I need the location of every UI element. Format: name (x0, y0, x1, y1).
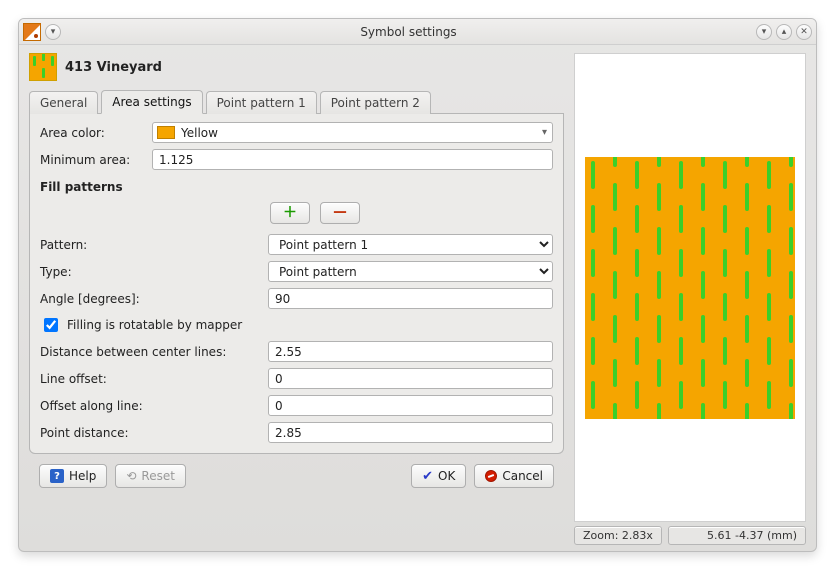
ok-button[interactable]: ✔ OK (411, 464, 466, 488)
reset-button[interactable]: ⟲ Reset (115, 464, 186, 488)
tab-point-pattern-2[interactable]: Point pattern 2 (320, 91, 431, 114)
area-settings-panel: Area color: Yellow Minimum area: Fill pa… (29, 114, 564, 454)
line-offset-input[interactable] (268, 368, 553, 389)
reset-icon: ⟲ (126, 469, 136, 483)
type-label: Type: (40, 265, 260, 279)
window-title: Symbol settings (61, 25, 756, 39)
close-icon[interactable]: ✕ (796, 24, 812, 40)
tabs: General Area settings Point pattern 1 Po… (29, 89, 564, 114)
zoom-status: Zoom: 2.83x (574, 526, 662, 545)
offset-along-input[interactable] (268, 395, 553, 416)
add-pattern-button[interactable]: ＋ (270, 202, 310, 224)
area-color-label: Area color: (40, 126, 144, 140)
app-icon (23, 23, 41, 41)
cancel-button[interactable]: Cancel (474, 464, 554, 488)
reset-button-label: Reset (141, 469, 175, 483)
ok-button-label: OK (438, 469, 455, 483)
dialog-buttonbar: ? Help ⟲ Reset ✔ OK Cancel (29, 460, 564, 496)
offset-along-label: Offset along line: (40, 399, 260, 413)
rotatable-checkbox[interactable] (44, 318, 58, 332)
fill-patterns-title: Fill patterns (40, 180, 553, 194)
minus-icon: － (332, 205, 348, 221)
help-icon: ? (50, 469, 64, 483)
angle-label: Angle [degrees]: (40, 292, 260, 306)
pattern-label: Pattern: (40, 238, 260, 252)
help-button-label: Help (69, 469, 96, 483)
symbol-settings-dialog: ▾ Symbol settings ▾ ▴ ✕ 413 Vineyard Ge (18, 18, 817, 552)
area-color-value: Yellow (181, 126, 218, 140)
minimum-area-label: Minimum area: (40, 153, 144, 167)
line-offset-label: Line offset: (40, 372, 260, 386)
distance-input[interactable] (268, 341, 553, 362)
symbol-preview[interactable] (585, 157, 795, 419)
tab-area-settings[interactable]: Area settings (101, 90, 202, 114)
symbol-icon (29, 53, 57, 81)
tab-point-pattern-1[interactable]: Point pattern 1 (206, 91, 317, 114)
angle-input[interactable] (268, 288, 553, 309)
color-swatch-icon (157, 126, 175, 139)
coords-status: 5.61 -4.37 (mm) (668, 526, 806, 545)
minimize-icon[interactable]: ▾ (756, 24, 772, 40)
plus-icon: ＋ (283, 206, 297, 220)
symbol-title: 413 Vineyard (65, 60, 162, 75)
cancel-icon (485, 470, 497, 482)
distance-label: Distance between center lines: (40, 345, 260, 359)
remove-pattern-button[interactable]: － (320, 202, 360, 224)
titlebar: ▾ Symbol settings ▾ ▴ ✕ (19, 19, 816, 45)
point-distance-input[interactable] (268, 422, 553, 443)
pattern-select[interactable]: Point pattern 1 (268, 234, 553, 255)
rotatable-label: Filling is rotatable by mapper (67, 318, 242, 332)
preview-frame (574, 53, 806, 522)
rotatable-checkbox-row[interactable]: Filling is rotatable by mapper (40, 315, 553, 335)
help-button[interactable]: ? Help (39, 464, 107, 488)
ok-icon: ✔ (422, 469, 433, 484)
tab-general[interactable]: General (29, 91, 98, 114)
point-distance-label: Point distance: (40, 426, 260, 440)
maximize-icon[interactable]: ▴ (776, 24, 792, 40)
minimum-area-input[interactable] (152, 149, 553, 170)
menu-icon[interactable]: ▾ (45, 24, 61, 40)
cancel-button-label: Cancel (502, 469, 543, 483)
area-color-select[interactable]: Yellow (152, 122, 553, 143)
type-select[interactable]: Point pattern (268, 261, 553, 282)
